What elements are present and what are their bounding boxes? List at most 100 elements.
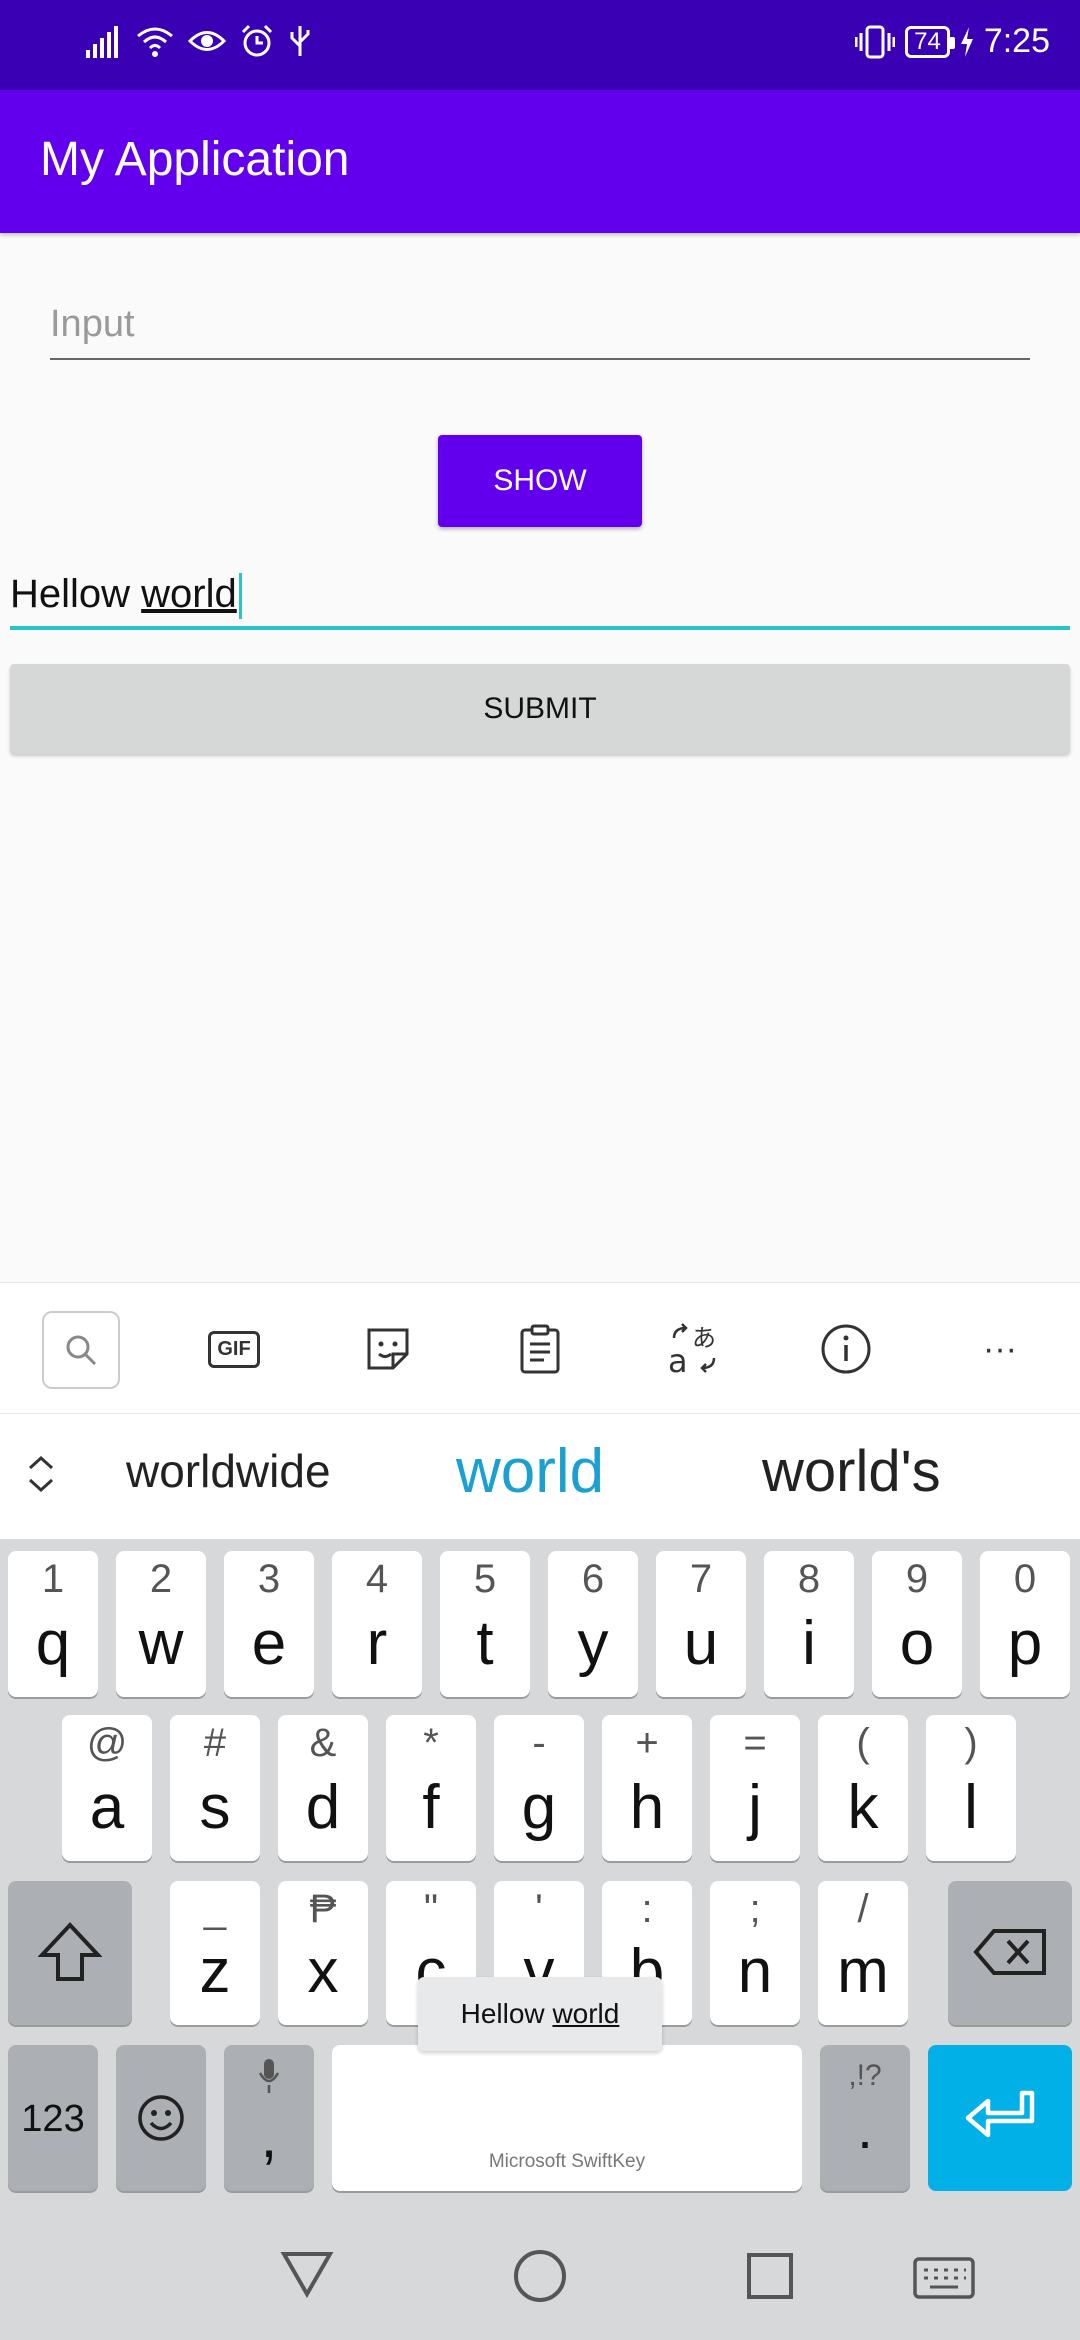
key-h-secondary: + (635, 1721, 659, 1765)
text-preview-tooltip: Hellow world (418, 1977, 662, 2051)
key-w-label: w (138, 1609, 184, 1678)
status-bar: 74 7:25 (0, 0, 1080, 90)
key-i[interactable]: 8i (764, 1551, 854, 1697)
translate-icon[interactable]: aあ (656, 1311, 732, 1387)
more-icon[interactable]: ··· (962, 1311, 1038, 1387)
signal-icon (86, 26, 118, 58)
svg-text:a: a (668, 1342, 688, 1376)
key-k[interactable]: (k (818, 1715, 908, 1861)
gif-label: GIF (208, 1330, 260, 1368)
navigation-bar (0, 2210, 1080, 2340)
key-r[interactable]: 4r (332, 1551, 422, 1697)
key-n[interactable]: ; n (710, 1881, 800, 2025)
shift-key[interactable] (8, 1881, 132, 2025)
clipboard-icon[interactable] (502, 1311, 578, 1387)
key-w[interactable]: 2w (116, 1551, 206, 1697)
key-z-secondary: _ (203, 1887, 227, 1931)
key-t-secondary: 5 (473, 1557, 497, 1601)
space-key-label: Microsoft SwiftKey (488, 2151, 646, 2172)
key-q[interactable]: 1q (8, 1551, 98, 1697)
keyboard-switch-icon[interactable] (912, 2256, 976, 2300)
key-h-label: h (629, 1773, 665, 1842)
key-g-label: g (521, 1773, 557, 1842)
space-key[interactable]: Microsoft SwiftKey (332, 2045, 802, 2191)
key-u-secondary: 7 (689, 1557, 713, 1601)
key-q-label: q (35, 1609, 71, 1678)
key-p[interactable]: 0p (980, 1551, 1070, 1697)
key-y-label: y (577, 1609, 609, 1678)
sticker-icon[interactable] (350, 1311, 426, 1387)
backspace-key[interactable] (948, 1881, 1072, 2025)
comma-key[interactable]: , (224, 2045, 314, 2191)
key-e-secondary: 3 (257, 1557, 281, 1601)
input-field-container (50, 290, 1030, 360)
key-e[interactable]: 3e (224, 1551, 314, 1697)
emoji-key[interactable] (116, 2045, 206, 2191)
submit-button[interactable]: SUBMIT (10, 664, 1070, 754)
numbers-key[interactable]: 123 (8, 2045, 98, 2191)
text-field-value: Hellow world (10, 572, 242, 620)
key-d-label: d (305, 1773, 341, 1842)
key-p-label: p (1007, 1609, 1043, 1678)
info-icon[interactable] (808, 1311, 884, 1387)
text-field-prefix: Hellow (10, 572, 142, 616)
back-icon[interactable] (280, 2248, 334, 2298)
collapse-suggestions-icon[interactable] (26, 1454, 56, 1499)
key-s[interactable]: # s (170, 1715, 260, 1861)
status-right: 74 7:25 (855, 22, 1050, 61)
gif-icon[interactable]: GIF (196, 1311, 272, 1387)
key-x-secondary: ₱ (309, 1887, 337, 1931)
key-x[interactable]: ₱ x (278, 1881, 368, 2025)
key-u[interactable]: 7u (656, 1551, 746, 1697)
home-icon[interactable] (512, 2248, 568, 2304)
key-s-label: s (199, 1773, 231, 1842)
suggestion-right[interactable]: world's (762, 1438, 941, 1505)
key-a-secondary: @ (86, 1721, 128, 1765)
suggestion-left[interactable]: worldwide (126, 1444, 331, 1498)
key-q-secondary: 1 (41, 1557, 65, 1601)
key-l-label: l (964, 1773, 978, 1842)
period-key-label: . (857, 2097, 873, 2160)
search-icon[interactable] (42, 1311, 120, 1389)
key-z-label: z (199, 1937, 231, 2006)
clock: 7:25 (983, 22, 1050, 60)
key-a-label: a (89, 1773, 125, 1842)
recents-icon[interactable] (746, 2252, 794, 2300)
text-cursor (238, 573, 242, 620)
key-z[interactable]: _ z (170, 1881, 260, 2025)
key-w-secondary: 2 (149, 1557, 173, 1601)
key-m-label: m (837, 1937, 889, 2006)
key-d[interactable]: & d (278, 1715, 368, 1861)
key-n-secondary: ; (749, 1887, 761, 1931)
comma-key-label: , (260, 2103, 278, 2170)
keyboard: 1q2w3e4r5t6y7u8i9o0p @ a # s & d * f - g + h = j(k) l … (0, 1539, 1080, 2210)
key-t[interactable]: 5t (440, 1551, 530, 1697)
key-o-label: o (899, 1609, 935, 1678)
key-m[interactable]: / m (818, 1881, 908, 2025)
enter-key[interactable] (928, 2045, 1072, 2191)
key-a[interactable]: @ a (62, 1715, 152, 1861)
text-field-composing-word: world (141, 572, 237, 616)
key-y[interactable]: 6y (548, 1551, 638, 1697)
key-s-secondary: # (203, 1721, 227, 1765)
key-c-secondary: " (423, 1887, 439, 1931)
app-title: My Application (40, 133, 350, 186)
key-h[interactable]: + h (602, 1715, 692, 1861)
period-key[interactable]: ,!? . (820, 2045, 910, 2191)
key-j[interactable]: = j (710, 1715, 800, 1861)
suggestion-center[interactable]: world (456, 1436, 604, 1507)
text-field[interactable]: Hellow world (10, 560, 1070, 630)
period-key-sub: ,!? (848, 2059, 882, 2092)
wifi-icon (137, 27, 173, 57)
input-field[interactable] (50, 290, 1030, 358)
show-button[interactable]: SHOW (438, 435, 642, 527)
suggestion-bar: worldwide world world's (0, 1414, 1080, 1539)
key-x-label: x (307, 1937, 339, 2006)
key-u-label: u (683, 1609, 719, 1678)
key-g[interactable]: -g (494, 1715, 584, 1861)
key-f[interactable]: * f (386, 1715, 476, 1861)
key-l-secondary: ) (964, 1721, 978, 1765)
key-l[interactable]: ) l (926, 1715, 1016, 1861)
key-k-label: k (847, 1773, 879, 1842)
key-o[interactable]: 9o (872, 1551, 962, 1697)
